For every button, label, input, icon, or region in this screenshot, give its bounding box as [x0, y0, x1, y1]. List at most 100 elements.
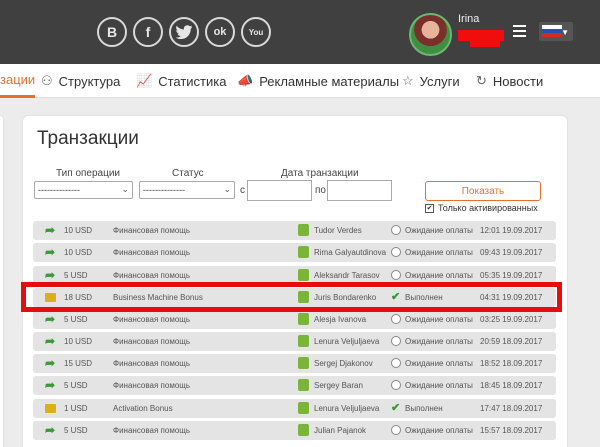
table-row[interactable]: ➦ 15 USD Финансовая помощь Sergej Djakonov О…	[33, 354, 556, 373]
nav-item-statistics[interactable]: 📈 Статистика	[136, 64, 226, 98]
clock-icon	[391, 270, 401, 280]
lock-icon	[298, 335, 309, 347]
news-icon: ↻	[476, 73, 487, 88]
nav-item-structure[interactable]: ⚇ Структура	[41, 64, 120, 98]
checkbox-checked-icon: ✔	[425, 203, 434, 213]
lock-icon	[298, 313, 309, 325]
megaphone-icon: 📣	[237, 73, 254, 88]
name-cell: Sergej Djakonov	[314, 359, 373, 368]
status-cell: Ожидание оплаты	[405, 359, 473, 368]
nav-item-ad-materials[interactable]: 📣 Рекламные материалы	[237, 64, 399, 98]
bonus-icon	[45, 404, 56, 413]
amount-cell: 1 USD	[64, 404, 88, 413]
name-cell: Sergey Baran	[314, 381, 363, 390]
status-cell: Ожидание оплаты	[405, 248, 473, 257]
amount-cell: 10 USD	[64, 248, 93, 257]
clock-icon	[391, 225, 401, 235]
name-cell: Alesja Ivanova	[314, 315, 367, 324]
nav-item-services[interactable]: ☆ Услуги	[402, 64, 460, 98]
description-cell: Финансовая помощь	[113, 337, 191, 346]
transfer-arrow-icon: ➦	[45, 312, 56, 326]
user-name: Irina	[458, 13, 480, 25]
transfer-arrow-icon: ➦	[45, 423, 56, 437]
twitter-icon[interactable]	[169, 17, 199, 47]
facebook-icon[interactable]: f	[133, 17, 163, 47]
clock-icon	[391, 425, 401, 435]
name-cell: Tudor Verdes	[314, 226, 362, 235]
lock-icon	[298, 269, 309, 281]
menu-icon[interactable]	[513, 25, 526, 37]
date-from-input[interactable]	[247, 180, 312, 201]
lock-icon	[298, 424, 309, 436]
lock-icon	[298, 379, 309, 391]
amount-cell: 15 USD	[64, 359, 93, 368]
nav-item-label: Рекламные материалы	[259, 73, 400, 89]
table-row[interactable]: ➦ 10 USD Финансовая помощь Lenura Veljuljae…	[33, 332, 556, 351]
amount-cell: 5 USD	[64, 315, 88, 324]
status-cell: Ожидание оплаты	[405, 226, 473, 235]
amount-cell: 10 USD	[64, 337, 93, 346]
lock-icon	[298, 357, 309, 369]
redaction-mark	[470, 41, 500, 47]
description-cell: Финансовая помощь	[113, 315, 191, 324]
nav-item-label: Новости	[492, 73, 544, 89]
star-icon: ☆	[402, 73, 414, 88]
status-cell: Ожидание оплаты	[405, 315, 473, 324]
twitter-bird-glyph	[176, 25, 192, 39]
top-bar: B f ok You Irina ▼	[0, 0, 600, 64]
redaction-mark	[458, 30, 504, 41]
chevron-down-icon: ⌄	[223, 184, 231, 194]
only-active-label: Только активированных	[438, 203, 538, 213]
odnoklassniki-icon[interactable]: ok	[205, 17, 235, 47]
amount-cell: 5 USD	[64, 426, 88, 435]
clock-icon	[391, 358, 401, 368]
description-cell: Финансовая помощь	[113, 426, 191, 435]
statistics-icon: 📈	[136, 73, 153, 88]
youtube-icon[interactable]: You	[241, 17, 271, 47]
nav-item-news[interactable]: ↻ Новости	[476, 64, 543, 98]
language-selector[interactable]: ▼	[539, 22, 573, 41]
amount-cell: 10 USD	[64, 226, 93, 235]
description-cell: Activation Bonus	[113, 404, 173, 413]
highlight-frame	[21, 282, 562, 312]
description-cell: Финансовая помощь	[113, 226, 191, 235]
table-row[interactable]: ➦ 5 USD Финансовая помощь Julian Pajanok Ожи…	[33, 421, 556, 440]
operation-type-value: --------------	[38, 185, 80, 195]
date-cell: 18:52 18.09.2017	[480, 359, 543, 368]
table-row[interactable]: ➦ 10 USD Финансовая помощь Tudor Verdes Ожид…	[33, 221, 556, 240]
nav-item-transactions[interactable]: зации	[0, 64, 36, 98]
name-cell: Rima Galyautdinova	[314, 248, 387, 257]
date-to-input[interactable]	[327, 180, 392, 201]
nav-item-label: Статистика	[158, 73, 227, 89]
status-cell: Выполнен	[405, 404, 443, 413]
name-cell: Lenura Veljuljaeva	[314, 337, 380, 346]
date-cell: 17:47 18.09.2017	[480, 404, 543, 413]
nav-item-label: Структура	[58, 73, 121, 89]
nav-item-label: зации	[0, 72, 36, 87]
description-cell: Финансовая помощь	[113, 359, 191, 368]
date-label: Дата транзакции	[281, 168, 359, 179]
description-cell: Финансовая помощь	[113, 381, 191, 390]
vk-icon[interactable]: B	[97, 17, 127, 47]
status-cell: Ожидание оплаты	[405, 426, 473, 435]
amount-cell: 5 USD	[64, 381, 88, 390]
date-cell: 18:45 18.09.2017	[480, 381, 543, 390]
transfer-arrow-icon: ➦	[45, 223, 56, 237]
chevron-down-icon: ▼	[561, 28, 569, 37]
avatar[interactable]	[409, 13, 452, 56]
date-cell: 12:01 19.09.2017	[480, 226, 543, 235]
table-row[interactable]: ➦ 5 USD Финансовая помощь Alesja Ivanova Ожи…	[33, 310, 556, 329]
status-value: --------------	[143, 185, 185, 195]
table-row[interactable]: ➦ 5 USD Финансовая помощь Sergey Baran Ожида…	[33, 376, 556, 395]
date-cell: 20:59 18.09.2017	[480, 337, 543, 346]
lock-icon	[298, 224, 309, 236]
operation-type-select[interactable]: -------------- ⌄	[34, 181, 133, 199]
date-from-label: с	[240, 185, 245, 196]
show-button[interactable]: Показать	[425, 181, 541, 201]
transfer-arrow-icon: ➦	[45, 334, 56, 348]
name-cell: Julian Pajanok	[314, 426, 367, 435]
table-row[interactable]: ✔ 1 USD Activation Bonus Lenura Veljuljaeva…	[33, 399, 556, 418]
table-row[interactable]: ➦ 10 USD Финансовая помощь Rima Galyautdino…	[33, 243, 556, 262]
status-select[interactable]: -------------- ⌄	[139, 181, 235, 199]
only-active-checkbox[interactable]: ✔ Только активированных	[425, 203, 538, 213]
